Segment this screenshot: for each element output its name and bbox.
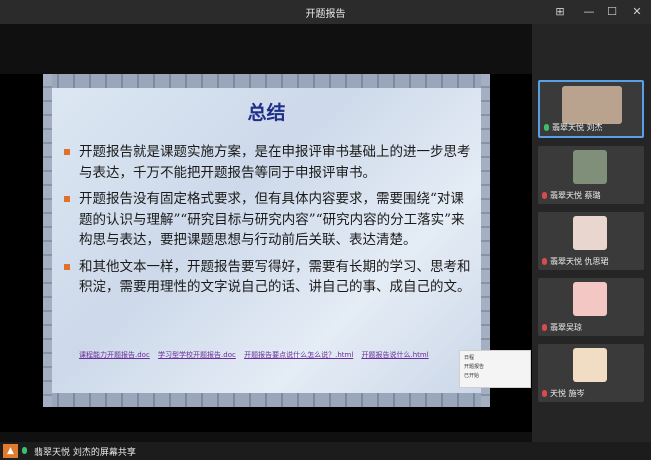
bullet-marker-icon	[64, 263, 70, 270]
popup-item: 日程	[464, 355, 475, 361]
participant-name: 翡翠天悦 仇思珺	[550, 257, 609, 266]
bullet-list: 开题报告就是课题实施方案，是在申报评审书基础上的进一步思考与表达，千万不能把开题…	[61, 142, 471, 304]
slide-border-bottom	[43, 393, 490, 407]
bullet-item: 开题报告没有固定格式要求，但有具体内容要求，需要围绕“对课题的认识与理解”“研究…	[61, 189, 471, 251]
microphone-muted-icon	[542, 324, 547, 331]
video-thumbnail	[562, 86, 622, 124]
close-button[interactable]: ✕	[626, 2, 648, 22]
microphone-muted-icon	[542, 258, 547, 265]
title-bar: 开题报告 ⊞ — ☐ ✕	[0, 0, 651, 24]
screen-share-icon[interactable]: ▲	[3, 444, 18, 458]
participant-name: 翡翠吴琼	[550, 323, 582, 332]
participant-tile[interactable]: 翡翠吴琼	[538, 278, 644, 336]
slide-border-top	[43, 74, 490, 88]
avatar	[573, 282, 607, 316]
slide-title: 总结	[247, 102, 286, 124]
bullet-item: 开题报告就是课题实施方案，是在申报评审书基础上的进一步思考与表达，千万不能把开题…	[61, 142, 471, 183]
presentation-slide: 总结 开题报告就是课题实施方案，是在申报评审书基础上的进一步思考与表达，千万不能…	[43, 74, 490, 407]
pin-icon[interactable]: ⊞	[549, 2, 571, 22]
popup-item: 开题报告	[464, 364, 485, 370]
participant-name: 翡翠天悦 蔡璐	[550, 191, 601, 200]
microphone-muted-icon	[542, 192, 547, 199]
doc-link[interactable]: 学习型学校开题报告.doc	[158, 351, 236, 359]
schedule-popup[interactable]: 日程 开题报告 已开始	[459, 350, 531, 388]
doc-link[interactable]: 课程能力开题报告.doc	[79, 351, 150, 359]
maximize-button[interactable]: ☐	[601, 2, 623, 22]
participant-tile[interactable]: 翡翠天悦 仇思珺	[538, 212, 644, 270]
participant-tile[interactable]: 翡翠天悦 蔡璐	[538, 146, 644, 204]
avatar	[573, 348, 607, 382]
bottom-status-bar: ▲ 翡翠天悦 刘杰的屏幕共享	[0, 442, 651, 460]
sharing-label: 翡翠天悦 刘杰的屏幕共享	[34, 448, 136, 458]
participant-tile[interactable]: 天悦 施岑	[538, 344, 644, 402]
participant-name: 天悦 施岑	[550, 389, 585, 398]
popup-item: 已开始	[464, 373, 480, 379]
bullet-item: 和其他文本一样，开题报告要写得好，需要有长期的学习、思考和积淀，需要用理性的文字…	[61, 257, 471, 298]
doc-link[interactable]: 开题报告说什么.html	[362, 351, 429, 359]
microphone-icon	[544, 124, 549, 131]
avatar	[573, 216, 607, 250]
microphone-icon	[22, 447, 27, 454]
link-list: 课程能力开题报告.doc 学习型学校开题报告.doc 开题报告要点说什么怎么说？…	[79, 350, 479, 360]
avatar	[573, 150, 607, 184]
doc-link[interactable]: 开题报告要点说什么怎么说？.html	[244, 351, 353, 359]
participant-tile[interactable]: 翡翠天悦 刘杰	[538, 80, 644, 138]
bullet-marker-icon	[64, 196, 70, 202]
bullet-marker-icon	[64, 149, 70, 155]
participant-name: 翡翠天悦 刘杰	[552, 123, 603, 132]
minimize-button[interactable]: —	[578, 2, 600, 22]
microphone-muted-icon	[542, 390, 547, 397]
